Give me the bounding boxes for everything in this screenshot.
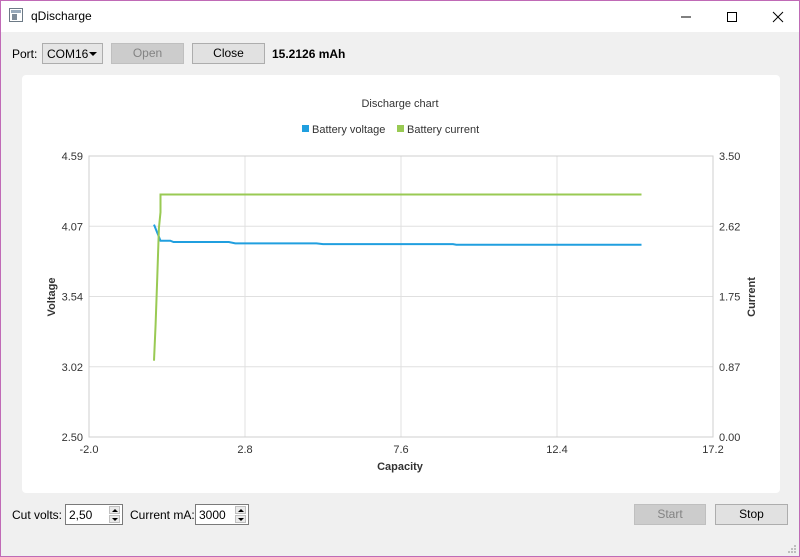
port-label: Port: — [12, 47, 38, 61]
x-tick-label: 2.8 — [237, 444, 252, 456]
cut-volts-value: 2,50 — [69, 508, 93, 522]
y-right-axis-ticks: 3.50 2.62 1.75 0.87 0.00 — [719, 151, 740, 444]
chevron-down-icon — [89, 52, 97, 56]
app-window: qDischarge Port: COM16 Open Close 15.212… — [0, 0, 800, 557]
y-right-tick-label: 0.87 — [719, 362, 740, 374]
x-tick-label: 17.2 — [702, 444, 723, 456]
y-left-tick-label: 3.02 — [62, 362, 83, 374]
resize-grip-icon[interactable] — [787, 544, 797, 554]
close-icon — [772, 11, 784, 22]
cut-volts-spinbox[interactable]: 2,50 — [65, 504, 123, 525]
start-button[interactable]: Start — [634, 504, 706, 525]
chart-legend: Battery voltage Battery current — [302, 124, 479, 136]
legend-swatch-current — [397, 125, 404, 132]
x-axis-label: Capacity — [377, 461, 424, 473]
close-window-button[interactable] — [755, 1, 799, 32]
port-select-value: COM16 — [47, 47, 89, 61]
y-left-tick-label: 4.07 — [62, 221, 83, 233]
legend-swatch-voltage — [302, 125, 309, 132]
current-ma-value: 3000 — [199, 508, 226, 522]
chart-title: Discharge chart — [361, 98, 438, 110]
legend-label-voltage: Battery voltage — [312, 124, 385, 136]
x-axis-ticks: -2.0 2.8 7.6 12.4 17.2 — [80, 444, 724, 456]
stop-button[interactable]: Stop — [715, 504, 788, 525]
series-line-battery-voltage — [153, 224, 642, 246]
minimize-button[interactable] — [663, 1, 709, 32]
discharge-chart: Discharge chart Battery voltage Battery … — [46, 98, 758, 473]
y-right-tick-label: 0.00 — [719, 432, 740, 444]
capacity-readout: 15.2126 mAh — [272, 47, 346, 61]
arrow-up-icon[interactable] — [235, 506, 246, 514]
port-select[interactable]: COM16 — [42, 43, 103, 64]
y-left-axis-label: Voltage — [46, 278, 58, 317]
arrow-down-icon[interactable] — [109, 515, 120, 523]
close-button[interactable]: Close — [192, 43, 265, 64]
cut-volts-stepper[interactable] — [109, 506, 121, 523]
title-bar: qDischarge — [1, 1, 799, 32]
y-left-tick-label: 4.59 — [62, 151, 83, 163]
window-title: qDischarge — [31, 9, 92, 23]
current-ma-spinbox[interactable]: 3000 — [195, 504, 249, 525]
chart-panel: Discharge chart Battery voltage Battery … — [22, 75, 780, 493]
y-left-tick-label: 2.50 — [62, 432, 83, 444]
current-ma-label: Current mA: — [130, 508, 195, 522]
toolbar: Port: COM16 Open Close 15.2126 mAh — [1, 32, 799, 72]
y-right-tick-label: 2.62 — [719, 221, 740, 233]
x-tick-label: 7.6 — [393, 444, 408, 456]
x-tick-label: -2.0 — [80, 444, 99, 456]
current-ma-stepper[interactable] — [235, 506, 247, 523]
legend-label-current: Battery current — [407, 124, 479, 136]
app-icon — [9, 8, 23, 22]
minimize-icon — [681, 16, 691, 17]
y-left-axis-ticks: 4.59 4.07 3.54 3.02 2.50 — [62, 151, 83, 444]
bottom-controls: Cut volts: 2,50 Current mA: 3000 Start S… — [1, 501, 799, 531]
x-tick-label: 12.4 — [546, 444, 567, 456]
cut-volts-label: Cut volts: — [12, 508, 63, 522]
open-button[interactable]: Open — [111, 43, 184, 64]
maximize-icon — [727, 11, 737, 22]
series-line-battery-current — [153, 193, 642, 361]
y-right-tick-label: 1.75 — [719, 292, 740, 304]
arrow-up-icon[interactable] — [109, 506, 120, 514]
chart-grid — [88, 155, 714, 438]
y-right-axis-label: Current — [746, 277, 758, 317]
y-left-tick-label: 3.54 — [62, 292, 83, 304]
arrow-down-icon[interactable] — [235, 515, 246, 523]
y-right-tick-label: 3.50 — [719, 151, 740, 163]
maximize-button[interactable] — [709, 1, 755, 32]
